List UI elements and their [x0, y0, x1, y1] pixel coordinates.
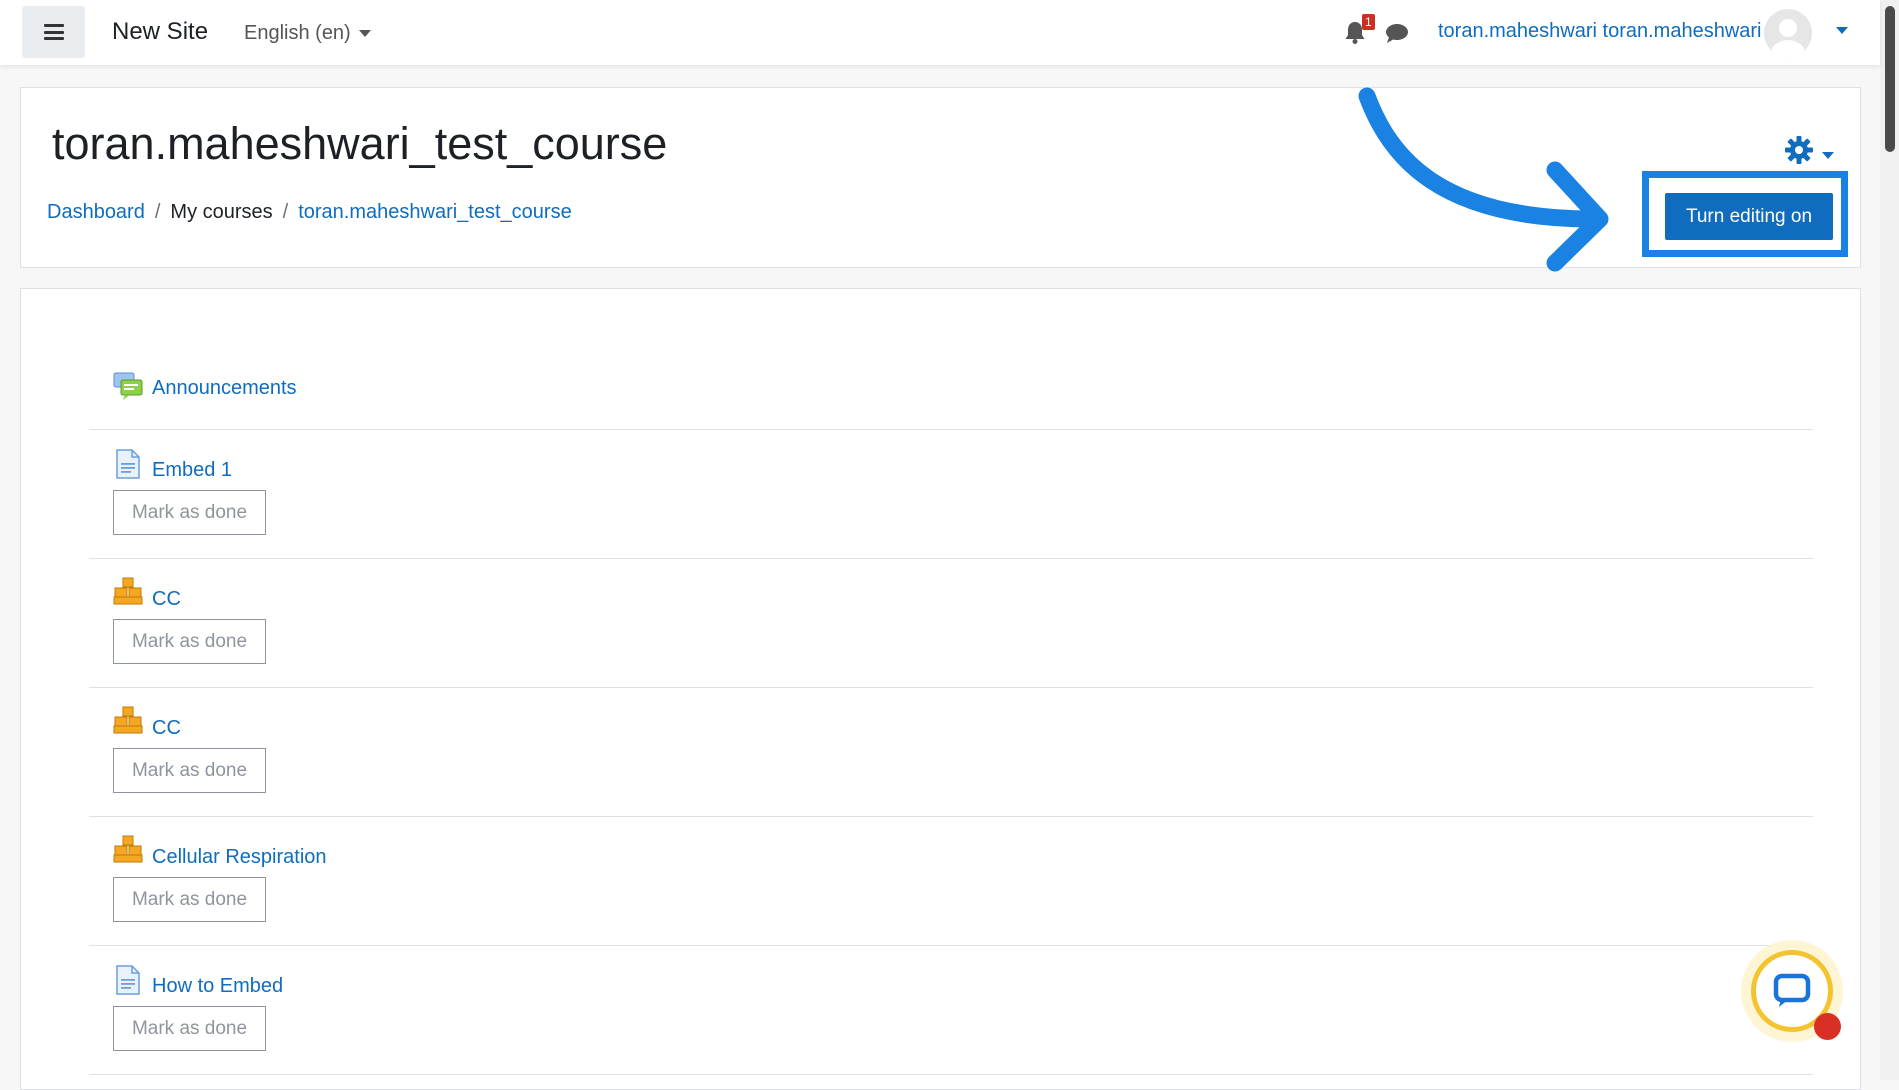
gear-icon[interactable] — [1784, 135, 1814, 165]
breadcrumb-separator: / — [282, 201, 289, 223]
chat-bubble-icon[interactable] — [1385, 22, 1409, 44]
language-selector[interactable]: English (en) — [244, 22, 371, 45]
user-avatar-icon — [1771, 19, 1805, 57]
breadcrumb-separator: / — [154, 201, 161, 223]
forum-icon — [113, 372, 143, 400]
page-scrollbar[interactable] — [1880, 0, 1899, 1080]
user-menu-chevron-icon[interactable] — [1836, 27, 1848, 34]
notification-badge: 1 — [1362, 14, 1375, 30]
course-content: Announcements Embed 1 Mark as done CC Ma… — [20, 288, 1861, 1090]
page-icon — [116, 965, 140, 995]
hamburger-icon — [43, 24, 64, 40]
package-icon — [113, 577, 143, 605]
package-icon — [113, 835, 143, 863]
list-item: Announcements — [89, 354, 1813, 430]
activity-link[interactable]: Cellular Respiration — [152, 846, 327, 869]
activity-link[interactable]: How to Embed — [152, 975, 283, 998]
activity-link[interactable]: Embed 1 — [152, 459, 232, 482]
turn-editing-on-button[interactable]: Turn editing on — [1665, 193, 1833, 240]
user-name[interactable]: toran.maheshwari toran.maheshwari — [1438, 20, 1762, 43]
chat-icon — [1773, 973, 1811, 1007]
list-item: CC Mark as done — [89, 558, 1813, 688]
mark-as-done-button[interactable]: Mark as done — [113, 877, 266, 922]
chat-unread-indicator — [1814, 1013, 1841, 1040]
annotation-arrow-icon — [1358, 87, 1609, 272]
language-label: English (en) — [244, 22, 351, 44]
chat-widget-ring — [1751, 950, 1841, 1040]
site-name[interactable]: New Site — [112, 18, 208, 46]
page-icon — [116, 449, 140, 479]
activity-link[interactable]: Announcements — [152, 377, 297, 400]
list-item: How to Embed Mark as done — [89, 945, 1813, 1075]
list-item: CC Mark as done — [89, 687, 1813, 817]
breadcrumb-my-courses: My courses — [170, 201, 273, 223]
package-icon — [113, 706, 143, 734]
avatar[interactable] — [1764, 9, 1812, 57]
scrollbar-thumb[interactable] — [1885, 6, 1895, 152]
chevron-down-icon — [358, 30, 371, 38]
activity-link[interactable]: CC — [152, 588, 181, 611]
activity-link[interactable]: CC — [152, 717, 181, 740]
list-item: Cellular Respiration Mark as done — [89, 816, 1813, 946]
mark-as-done-button[interactable]: Mark as done — [113, 748, 266, 793]
mark-as-done-button[interactable]: Mark as done — [113, 490, 266, 535]
chat-widget-button[interactable] — [1741, 940, 1843, 1042]
list-item: Embed 1 Mark as done — [89, 429, 1813, 559]
chevron-down-icon[interactable] — [1822, 152, 1834, 159]
breadcrumb: Dashboard / My courses / toran.maheshwari_te… — [47, 201, 572, 224]
page-title: toran.maheshwari_test_course — [52, 118, 668, 169]
mark-as-done-button[interactable]: Mark as done — [113, 619, 266, 664]
mark-as-done-button[interactable]: Mark as done — [113, 1006, 266, 1051]
menu-toggle-button[interactable] — [22, 6, 85, 58]
breadcrumb-course[interactable]: toran.maheshwari_test_course — [298, 201, 571, 223]
top-navbar: New Site English (en) 1 toran.maheshwari… — [0, 0, 1880, 65]
breadcrumb-dashboard[interactable]: Dashboard — [47, 201, 145, 223]
